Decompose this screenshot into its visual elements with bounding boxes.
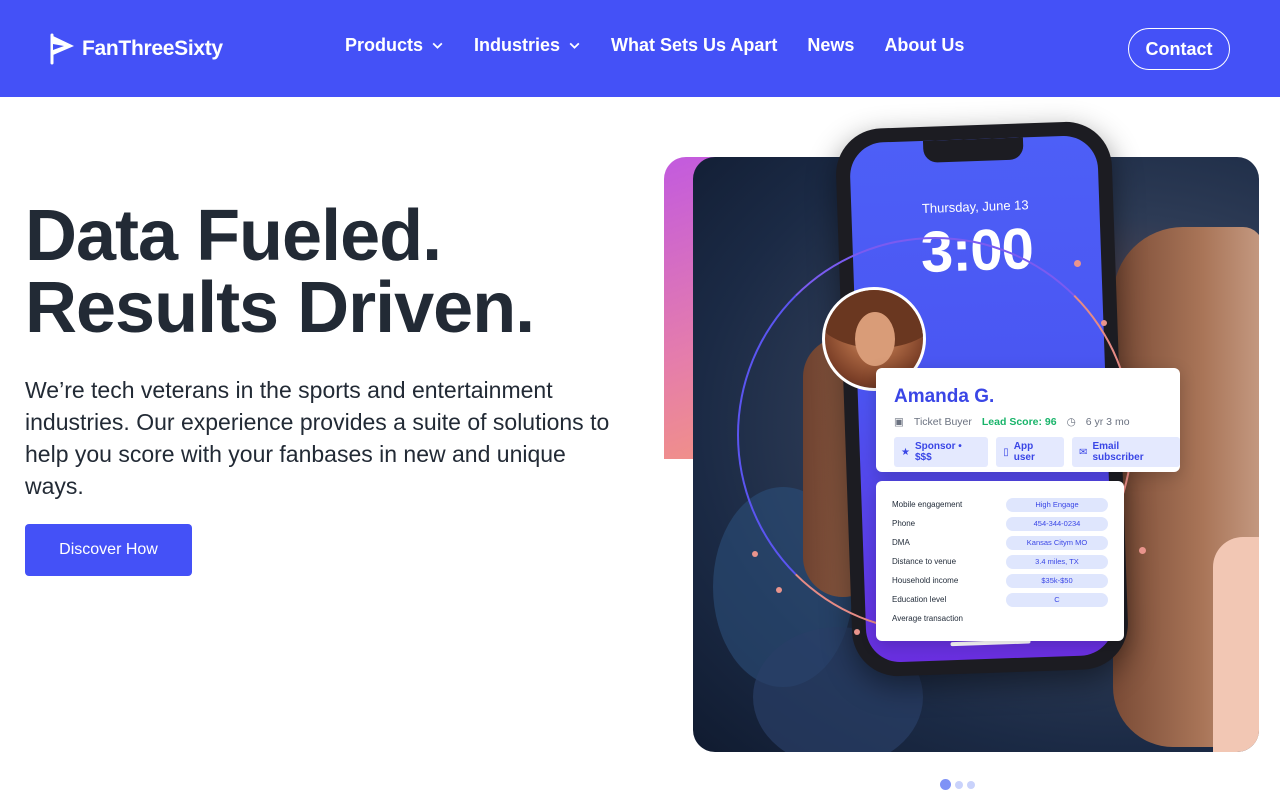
confetti-dot: [1139, 547, 1146, 554]
nav-news[interactable]: News: [807, 35, 854, 56]
avatar-face: [855, 312, 895, 366]
lead-score: Lead Score: 96: [981, 416, 1057, 428]
confetti-dot: [854, 629, 860, 635]
clock-icon: ◷: [1066, 416, 1076, 428]
carousel-dot-2[interactable]: [955, 780, 963, 789]
nav-what-sets-us-apart-label: What Sets Us Apart: [611, 35, 778, 55]
profile-tags: ★ Sponsor • $$$ ▯ App user ✉ Email subsc…: [894, 437, 1180, 467]
profile-meta: ▣ Ticket Buyer Lead Score: 96 ◷ 6 yr 3 m…: [894, 416, 1130, 428]
tag-sponsor: ★ Sponsor • $$$: [894, 437, 989, 467]
contact-button[interactable]: Contact: [1128, 28, 1230, 70]
phone-icon: ▯: [1003, 446, 1009, 458]
detail-value: High Engage: [1006, 497, 1108, 512]
profile-tenure: 6 yr 3 mo: [1085, 416, 1130, 428]
detail-row: Average transaction: [892, 609, 1108, 628]
logo-text: FanThreeSixty: [82, 37, 223, 60]
detail-label: Household income: [892, 576, 959, 585]
profile-card: Amanda G. ▣ Ticket Buyer Lead Score: 96 …: [876, 368, 1180, 472]
hero-image: Thursday, June 13 3:00 ◉ Amanda G. ▣ Tic…: [664, 120, 1264, 755]
detail-value: Kansas Citym MO: [1006, 535, 1108, 550]
nav-industries-label: Industries: [474, 35, 561, 55]
flag-logo-icon: [50, 33, 74, 65]
profile-name: Amanda G.: [894, 386, 995, 407]
hero-description: We’re tech veterans in the sports and en…: [25, 377, 610, 499]
detail-label: Phone: [892, 519, 916, 528]
nav-about-us-label: About Us: [884, 35, 965, 55]
detail-row: Distance to venue 3.4 miles, TX: [892, 552, 1108, 571]
nav-news-label: News: [807, 35, 855, 55]
confetti-dot: [1101, 320, 1107, 326]
hero-title-line-1: Data Fueled.: [25, 196, 442, 276]
detail-label: DMA: [892, 538, 910, 547]
nav-products-label: Products: [345, 35, 424, 55]
carousel-pagination: [940, 779, 975, 790]
hero-title-line-2: Results Driven.: [25, 268, 535, 348]
star-icon: ★: [901, 446, 910, 458]
chevron-down-icon: [569, 42, 580, 49]
profile-role: Ticket Buyer: [913, 416, 972, 428]
tag-app-user-label: App user: [1013, 441, 1035, 463]
detail-label: Average transaction: [892, 614, 964, 623]
detail-row: DMA Kansas Citym MO: [892, 533, 1108, 552]
sleeve: [1213, 537, 1259, 752]
detail-row: Education level C: [892, 590, 1108, 609]
detail-value: 454-344-0234: [1006, 516, 1108, 531]
detail-value: C: [1006, 592, 1108, 607]
main-nav: Products Industries What Sets Us Apart N…: [345, 35, 964, 56]
confetti-dot: [776, 587, 782, 593]
carousel-dot-1[interactable]: [940, 779, 951, 790]
hero-title: Data Fueled. Results Driven.: [25, 196, 535, 348]
nav-industries[interactable]: Industries: [474, 35, 581, 56]
phone-notch: [922, 137, 1024, 163]
mail-icon: ✉: [1079, 446, 1088, 458]
confetti-dot: [1074, 260, 1081, 267]
nav-about-us[interactable]: About Us: [884, 35, 964, 56]
detail-row: Mobile engagement High Engage: [892, 495, 1108, 514]
logo[interactable]: FanThreeSixty: [50, 33, 223, 65]
tag-email-subscriber-label: Email subscriber: [1092, 441, 1144, 463]
tag-email-subscriber: ✉ Email subscriber: [1072, 437, 1180, 467]
nav-what-sets-us-apart[interactable]: What Sets Us Apart: [611, 35, 777, 56]
chevron-down-icon: [432, 42, 443, 49]
nav-products[interactable]: Products: [345, 35, 444, 56]
confetti-dot: [752, 551, 758, 557]
detail-row: Household income $35k-$50: [892, 571, 1108, 590]
detail-value: $35k-$50: [1006, 573, 1108, 588]
detail-label: Distance to venue: [892, 557, 957, 566]
ticket-icon: ▣: [894, 416, 904, 428]
detail-label: Education level: [892, 595, 947, 604]
details-card: Mobile engagement High Engage Phone 454-…: [876, 481, 1124, 641]
detail-value: 3.4 miles, TX: [1006, 554, 1108, 569]
tag-sponsor-label: Sponsor • $$$: [914, 441, 962, 463]
carousel-dot-3[interactable]: [967, 780, 975, 789]
detail-label: Mobile engagement: [892, 500, 963, 509]
site-header: FanThreeSixty Products Industries What S…: [0, 0, 1280, 97]
discover-how-button[interactable]: Discover How: [25, 524, 192, 576]
tag-app-user: ▯ App user: [996, 437, 1065, 467]
detail-row: Phone 454-344-0234: [892, 514, 1108, 533]
